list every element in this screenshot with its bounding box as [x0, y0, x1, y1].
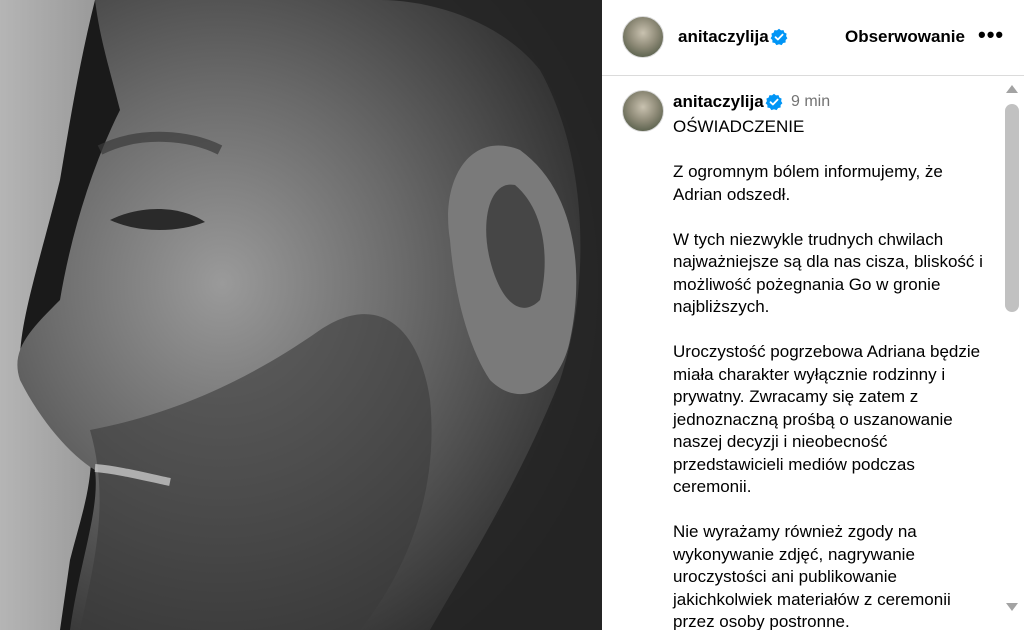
scrollbar-thumb[interactable]	[1005, 104, 1019, 312]
verified-badge-icon	[765, 93, 783, 111]
following-button[interactable]: Obserwowanie	[845, 27, 965, 47]
caption-scrollbar[interactable]	[1002, 80, 1022, 626]
author-username[interactable]: anitaczylija	[678, 27, 769, 47]
post-photo[interactable]	[0, 0, 602, 630]
scroll-down-arrow-icon[interactable]	[1006, 603, 1018, 611]
caption-section: anitaczylija 9 min OŚWIADCZENIE Z ogromn…	[602, 76, 1024, 630]
post-header: anitaczylija Obserwowanie •••	[602, 0, 1024, 76]
post-timestamp[interactable]: 9 min	[791, 93, 830, 111]
author-avatar[interactable]	[622, 16, 664, 58]
caption-author-avatar[interactable]	[622, 90, 664, 132]
verified-badge-icon	[770, 28, 788, 46]
post-side-panel: anitaczylija Obserwowanie ••• anitaczyli…	[602, 0, 1024, 630]
more-options-icon[interactable]: •••	[978, 22, 1004, 48]
caption-text: OŚWIADCZENIE Z ogromnym bólem informujem…	[673, 117, 983, 630]
portrait-image	[0, 0, 602, 630]
caption-author-username[interactable]: anitaczylija	[673, 92, 764, 112]
scroll-up-arrow-icon[interactable]	[1006, 85, 1018, 93]
